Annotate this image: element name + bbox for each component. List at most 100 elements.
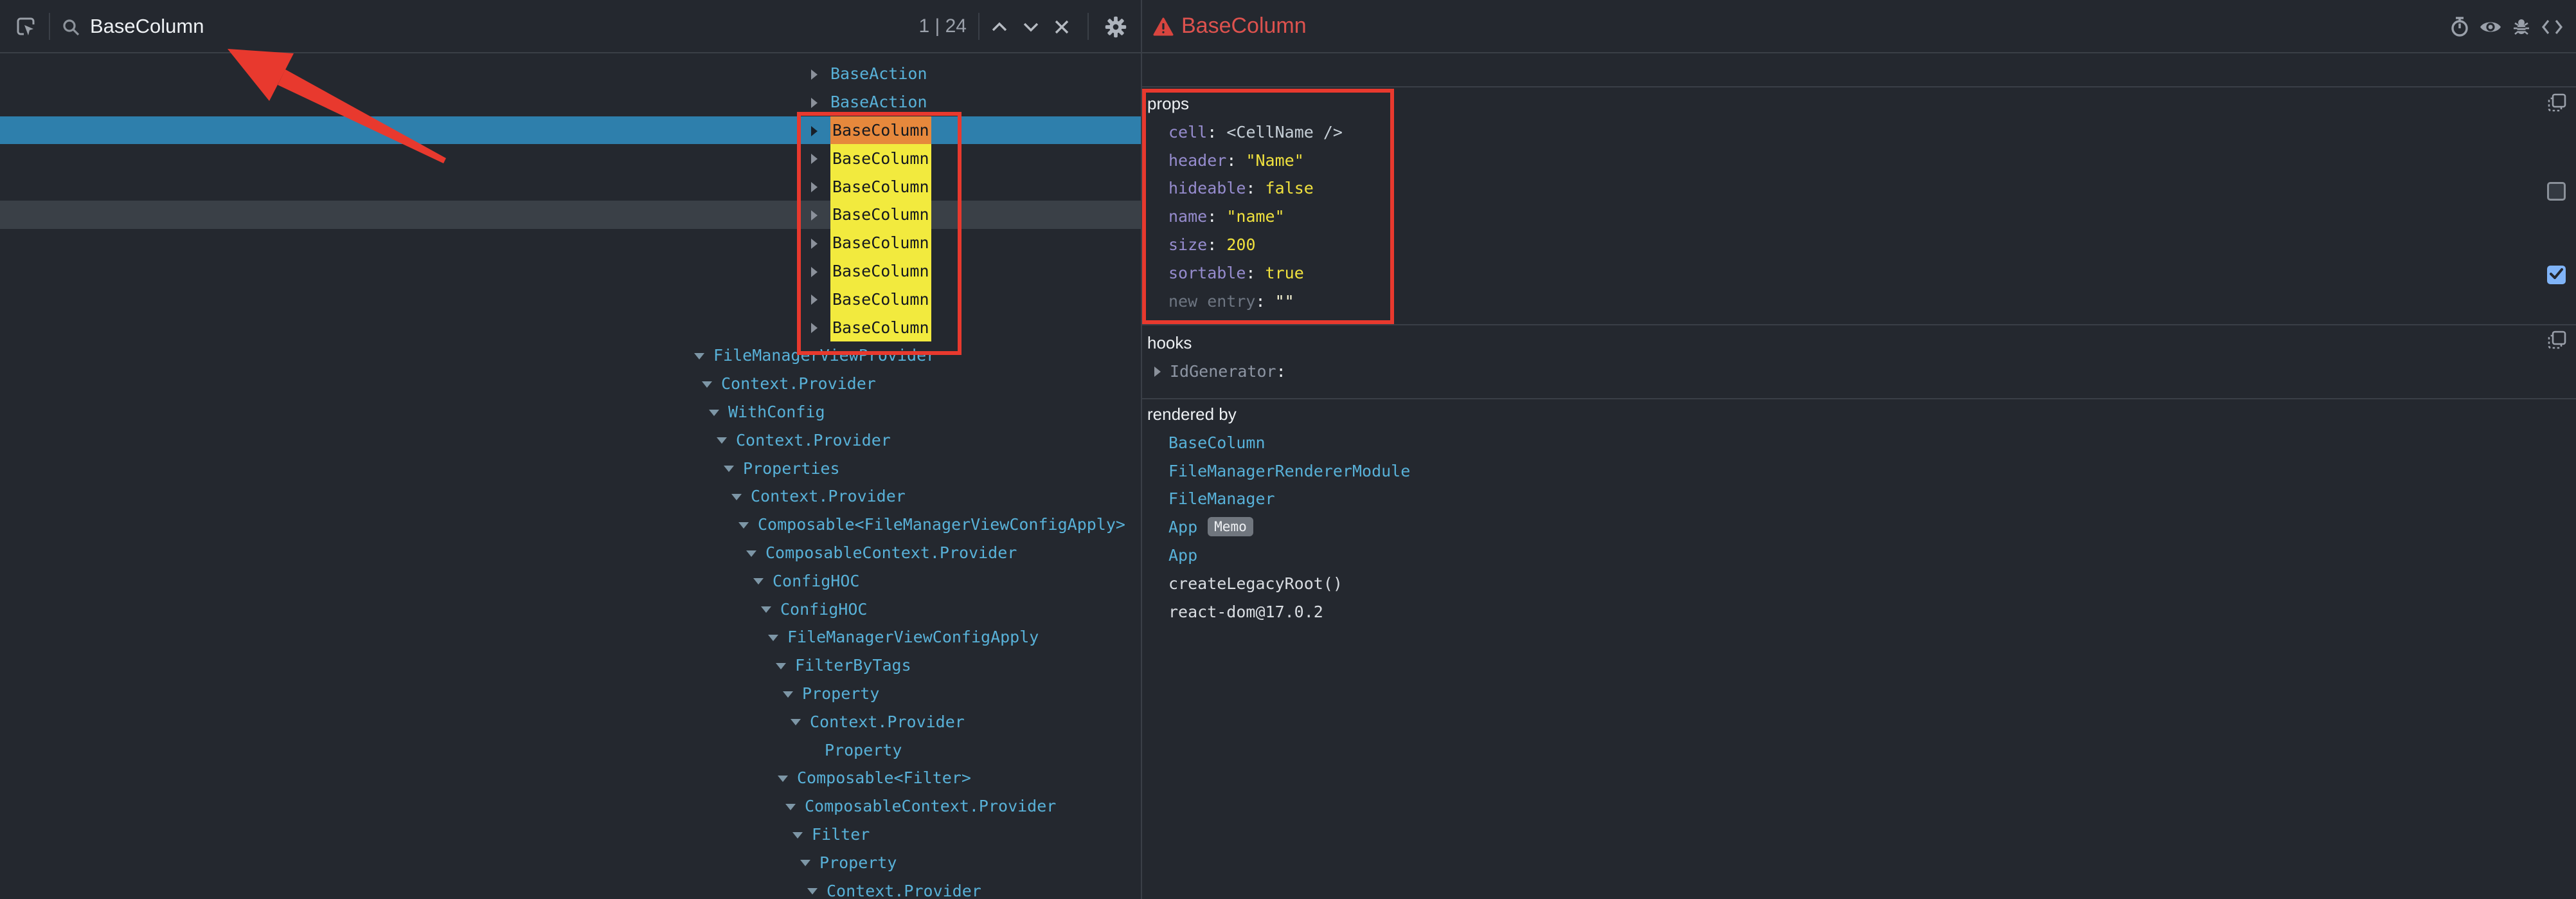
expand-arrow-icon[interactable] [811, 323, 818, 333]
expand-arrow-icon[interactable] [811, 267, 818, 277]
copy-hooks-button[interactable] [2546, 330, 2567, 352]
collapse-arrow-icon[interactable] [746, 550, 756, 557]
tree-row[interactable]: Filter [0, 821, 1141, 849]
tree-row[interactable]: BaseColumn [0, 144, 1141, 172]
clear-search-button[interactable] [1050, 15, 1073, 39]
prop-value[interactable]: 200 [1226, 235, 1255, 254]
collapse-arrow-icon[interactable] [702, 381, 712, 388]
expand-arrow-icon[interactable] [811, 182, 818, 192]
tree-row[interactable]: BaseColumn [0, 313, 1141, 341]
prop-value[interactable]: <CellName /> [1226, 123, 1343, 141]
collapse-arrow-icon[interactable] [717, 437, 727, 444]
prop-value[interactable]: false [1266, 179, 1314, 197]
settings-button[interactable] [1102, 13, 1130, 41]
expand-arrow-icon[interactable] [811, 126, 818, 136]
rendered-by-item[interactable]: AppMemo [1142, 513, 2576, 541]
tree-row[interactable]: BaseColumn [0, 116, 1141, 145]
expand-arrow-icon[interactable] [811, 154, 818, 164]
collapse-arrow-icon[interactable] [709, 410, 719, 416]
expand-arrow-icon[interactable] [811, 69, 818, 80]
suspend-component-button[interactable] [2448, 15, 2471, 39]
prop-value[interactable]: true [1266, 264, 1304, 282]
component-tree: BaseActionBaseActionBaseColumnBaseColumn… [0, 53, 1141, 899]
rendered-by-item[interactable]: BaseColumn [1142, 429, 2576, 457]
inspect-element-button[interactable] [14, 15, 37, 39]
prop-row[interactable]: hideable: false [1142, 174, 2576, 203]
rendered-by-item[interactable]: App [1142, 541, 2576, 570]
prop-row[interactable]: name: "name" [1142, 203, 2576, 231]
prop-value[interactable]: "name" [1226, 207, 1284, 226]
expand-arrow-icon[interactable] [811, 239, 818, 249]
tree-row[interactable]: BaseAction [0, 88, 1141, 116]
prop-row[interactable]: size: 200 [1142, 231, 2576, 259]
prop-separator: : [1207, 235, 1217, 254]
collapse-arrow-icon[interactable] [724, 466, 734, 472]
component-name: ComposableContext.Provider [765, 539, 1017, 567]
collapse-arrow-icon[interactable] [783, 691, 793, 698]
tree-row[interactable]: FileManagerViewProvider [0, 341, 1141, 370]
collapse-arrow-icon[interactable] [694, 353, 704, 359]
tree-row[interactable]: Properties [0, 454, 1141, 482]
prop-value[interactable]: "" [1275, 292, 1294, 311]
collapse-arrow-icon[interactable] [738, 522, 749, 529]
tree-row[interactable]: Context.Provider [0, 370, 1141, 398]
expand-arrow-icon[interactable] [811, 295, 818, 305]
collapse-arrow-icon[interactable] [731, 494, 742, 500]
tree-row[interactable]: BaseColumn [0, 172, 1141, 201]
tree-row[interactable]: BaseColumn [0, 257, 1141, 286]
expand-arrow-icon[interactable] [811, 210, 818, 221]
copy-icon [2546, 343, 2567, 352]
log-to-console-button[interactable] [2510, 15, 2533, 39]
expand-arrow-icon[interactable] [1154, 367, 1161, 377]
rendered-by-item[interactable]: FileManager [1142, 485, 2576, 513]
search-input[interactable] [90, 0, 874, 53]
tree-row[interactable]: ComposableContext.Provider [0, 539, 1141, 567]
tree-row[interactable]: Composable<Filter> [0, 764, 1141, 792]
prop-row[interactable]: sortable: true [1142, 259, 2576, 287]
collapse-arrow-icon[interactable] [761, 606, 771, 613]
tree-row[interactable]: Context.Provider [0, 876, 1141, 899]
hideable-checkbox[interactable] [2547, 182, 2566, 201]
sortable-checkbox[interactable] [2547, 266, 2566, 284]
rendered-by-item[interactable]: FileManagerRendererModule [1142, 457, 2576, 486]
collapse-arrow-icon[interactable] [807, 888, 818, 894]
prop-row[interactable]: header: "Name" [1142, 147, 2576, 175]
tree-row[interactable]: FileManagerViewConfigApply [0, 623, 1141, 651]
tree-row[interactable]: Context.Provider [0, 482, 1141, 511]
tree-row[interactable]: Context.Provider [0, 426, 1141, 454]
collapse-arrow-icon[interactable] [800, 860, 810, 866]
inspect-dom-button[interactable] [2479, 15, 2502, 39]
collapse-arrow-icon[interactable] [792, 832, 803, 839]
tree-row[interactable]: FilterByTags [0, 651, 1141, 680]
rendered-by-item: createLegacyRoot() [1142, 570, 2576, 598]
tree-row[interactable]: BaseColumn [0, 229, 1141, 257]
next-match-button[interactable] [1019, 15, 1042, 39]
collapse-arrow-icon[interactable] [785, 804, 796, 810]
prop-value[interactable]: "Name" [1246, 151, 1303, 170]
tree-row[interactable]: Property [0, 736, 1141, 764]
tree-row[interactable]: Composable<FileManagerViewConfigApply> [0, 511, 1141, 539]
tree-row[interactable]: BaseColumn [0, 201, 1141, 229]
collapse-arrow-icon[interactable] [768, 635, 778, 641]
tree-row[interactable]: ConfigHOC [0, 595, 1141, 623]
tree-row[interactable]: WithConfig [0, 398, 1141, 426]
expand-arrow-icon[interactable] [811, 98, 818, 108]
view-source-button[interactable] [2541, 15, 2564, 39]
prop-row[interactable]: new entry: "" [1142, 287, 2576, 316]
copy-props-button[interactable] [2546, 93, 2567, 115]
panel-divider[interactable] [1141, 0, 1142, 899]
tree-row[interactable]: Property [0, 680, 1141, 708]
tree-row[interactable]: Property [0, 848, 1141, 876]
tree-row[interactable]: Context.Provider [0, 707, 1141, 736]
collapse-arrow-icon[interactable] [778, 776, 788, 782]
tree-row[interactable]: BaseColumn [0, 285, 1141, 313]
tree-row[interactable]: ComposableContext.Provider [0, 792, 1141, 821]
collapse-arrow-icon[interactable] [791, 719, 801, 725]
previous-match-button[interactable] [988, 15, 1011, 39]
tree-row[interactable]: ConfigHOC [0, 567, 1141, 595]
collapse-arrow-icon[interactable] [753, 578, 764, 585]
prop-row[interactable]: cell: <CellName /> [1142, 118, 2576, 147]
tree-row[interactable]: BaseAction [0, 60, 1141, 88]
collapse-arrow-icon[interactable] [776, 663, 786, 669]
hook-row[interactable]: IdGenerator: [1142, 358, 2576, 386]
